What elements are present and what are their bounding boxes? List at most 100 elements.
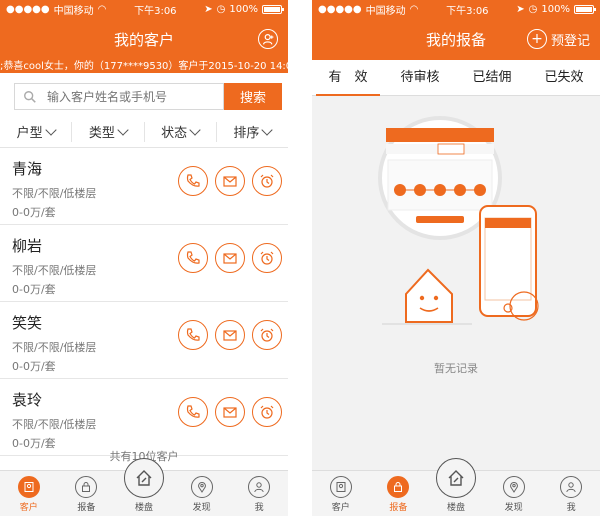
tab-label: 报备 bbox=[389, 503, 408, 513]
alarm-clock-icon bbox=[260, 328, 274, 342]
tab-clients[interactable]: 客户 bbox=[3, 476, 55, 513]
alarm-clock-icon bbox=[260, 251, 274, 265]
search-bar: 搜索 bbox=[0, 73, 288, 110]
tab-clients[interactable]: 客户 bbox=[315, 476, 367, 513]
filter-status[interactable]: 状态 bbox=[145, 121, 217, 142]
user-icon bbox=[560, 476, 583, 498]
tab-discover[interactable]: 发现 bbox=[176, 476, 228, 513]
tab-valid[interactable]: 有 效 bbox=[312, 60, 384, 96]
user-icon bbox=[248, 476, 271, 498]
announcement-ticker[interactable]: ;恭喜cool女士，你的（177****9530）客户于2015-10-20 1… bbox=[0, 60, 288, 73]
list-item[interactable]: 笑笑 不限/不限/低楼层 0-0万/套 bbox=[0, 302, 288, 379]
list-item[interactable]: 青海 不限/不限/低楼层 0-0万/套 bbox=[0, 148, 288, 225]
search-field[interactable] bbox=[14, 83, 224, 110]
tab-discover[interactable]: 发现 bbox=[488, 476, 540, 513]
call-button[interactable] bbox=[178, 397, 208, 427]
filter-label: 类型 bbox=[88, 126, 115, 141]
tab-label: 发现 bbox=[192, 503, 211, 513]
list-item[interactable]: 袁玲 不限/不限/低楼层 0-0万/套 bbox=[0, 379, 288, 456]
header: ●●●●● 中国移动 ◠ 下午3:06 ➤ ◷ 100% 我的报备 + 预登记 bbox=[312, 0, 600, 60]
client-list: 青海 不限/不限/低楼层 0-0万/套 柳岩 不限/不限/低楼层 0-0万/套 … bbox=[0, 148, 288, 456]
battery-icon bbox=[262, 4, 284, 14]
tab-label: 楼盘 bbox=[446, 503, 465, 513]
reminder-button[interactable] bbox=[252, 243, 282, 273]
message-button[interactable] bbox=[215, 320, 245, 350]
tab-me[interactable]: 我 bbox=[233, 476, 285, 513]
battery-percent: 100% bbox=[229, 3, 258, 15]
filter-label: 户型 bbox=[16, 126, 43, 141]
phone-icon bbox=[186, 174, 200, 187]
tab-pending[interactable]: 待审核 bbox=[384, 60, 456, 96]
clock: 下午3:06 bbox=[446, 5, 489, 17]
filter-layout[interactable]: 户型 bbox=[0, 121, 73, 142]
my-clients-screen: ●●●●● 中国移动 ◠ 下午3:06 ➤ ◷ 100% 我的客户 ;恭喜coo… bbox=[0, 0, 288, 516]
mail-icon bbox=[223, 330, 237, 341]
wifi-icon: ◠ bbox=[409, 3, 419, 15]
location-pin-icon bbox=[190, 476, 213, 498]
client-budget: 0-0万/套 bbox=[12, 360, 56, 373]
message-button[interactable] bbox=[215, 243, 245, 273]
tab-label: 客户 bbox=[19, 503, 38, 513]
tab-properties[interactable]: 楼盘 bbox=[118, 458, 170, 513]
page-title: 我的客户 bbox=[113, 30, 174, 49]
status-tabs: 有 效 待审核 已结佣 已失效 bbox=[312, 60, 600, 96]
filter-label: 排序 bbox=[233, 126, 260, 141]
tab-reports[interactable]: 报备 bbox=[60, 476, 112, 513]
filter-bar: 户型 类型 状态 排序 bbox=[0, 116, 288, 148]
status-bar: ●●●●● 中国移动 ◠ 下午3:06 ➤ ◷ 100% bbox=[312, 0, 600, 18]
chevron-down-icon bbox=[261, 123, 274, 136]
search-button[interactable]: 搜索 bbox=[224, 83, 282, 110]
client-budget: 0-0万/套 bbox=[12, 206, 56, 219]
nav-bar: 我的客户 bbox=[0, 18, 288, 60]
tab-reports[interactable]: 报备 bbox=[372, 476, 424, 513]
pre-register-label: 预登记 bbox=[550, 33, 590, 49]
status-bar: ●●●●● 中国移动 ◠ 下午3:06 ➤ ◷ 100% bbox=[0, 0, 288, 18]
location-pin-icon bbox=[502, 476, 525, 498]
call-button[interactable] bbox=[178, 166, 208, 196]
add-user-icon bbox=[262, 33, 273, 45]
reminder-button[interactable] bbox=[252, 397, 282, 427]
reminder-button[interactable] bbox=[252, 320, 282, 350]
tab-bar: 客户 报备 楼盘 发现 我 bbox=[312, 458, 600, 516]
alarm-clock-icon bbox=[260, 405, 274, 419]
tab-label: 我 bbox=[566, 503, 576, 513]
call-button[interactable] bbox=[178, 243, 208, 273]
search-input[interactable] bbox=[47, 89, 187, 104]
tab-bar: 客户 报备 楼盘 发现 我 bbox=[0, 458, 288, 516]
tab-expired[interactable]: 已失效 bbox=[528, 60, 600, 96]
tab-label: 报备 bbox=[77, 503, 96, 513]
battery-percent: 100% bbox=[541, 3, 570, 15]
clients-icon bbox=[17, 476, 40, 498]
tab-label: 客户 bbox=[331, 503, 350, 513]
alarm-icon: ◷ bbox=[528, 3, 538, 15]
header: ●●●●● 中国移动 ◠ 下午3:06 ➤ ◷ 100% 我的客户 ;恭喜coo… bbox=[0, 0, 288, 73]
empty-state: 暂无记录 bbox=[312, 96, 600, 470]
phone-icon bbox=[186, 251, 200, 264]
clients-icon bbox=[329, 476, 352, 498]
plus-icon: + bbox=[526, 29, 547, 49]
house-icon bbox=[123, 458, 164, 498]
add-client-button[interactable] bbox=[258, 29, 278, 49]
nav-bar: 我的报备 + 预登记 bbox=[312, 18, 600, 60]
reminder-button[interactable] bbox=[252, 166, 282, 196]
filter-sort[interactable]: 排序 bbox=[217, 122, 288, 142]
phone-icon bbox=[186, 328, 200, 341]
location-icon: ➤ bbox=[516, 3, 525, 15]
tab-me[interactable]: 我 bbox=[545, 476, 597, 513]
house-icon bbox=[435, 458, 476, 498]
client-budget: 0-0万/套 bbox=[12, 283, 56, 296]
tab-label: 楼盘 bbox=[134, 503, 153, 513]
mail-icon bbox=[223, 176, 237, 187]
location-icon: ➤ bbox=[204, 3, 213, 15]
carrier-label: 中国移动 bbox=[365, 5, 406, 17]
tab-label: 我 bbox=[254, 503, 264, 513]
call-button[interactable] bbox=[178, 320, 208, 350]
message-button[interactable] bbox=[215, 397, 245, 427]
filter-type[interactable]: 类型 bbox=[72, 121, 145, 142]
tab-commissioned[interactable]: 已结佣 bbox=[456, 60, 528, 96]
list-item[interactable]: 柳岩 不限/不限/低楼层 0-0万/套 bbox=[0, 225, 288, 302]
lock-icon bbox=[75, 476, 98, 498]
pre-register-button[interactable]: + 预登记 bbox=[526, 18, 590, 60]
message-button[interactable] bbox=[215, 166, 245, 196]
tab-properties[interactable]: 楼盘 bbox=[430, 458, 482, 513]
